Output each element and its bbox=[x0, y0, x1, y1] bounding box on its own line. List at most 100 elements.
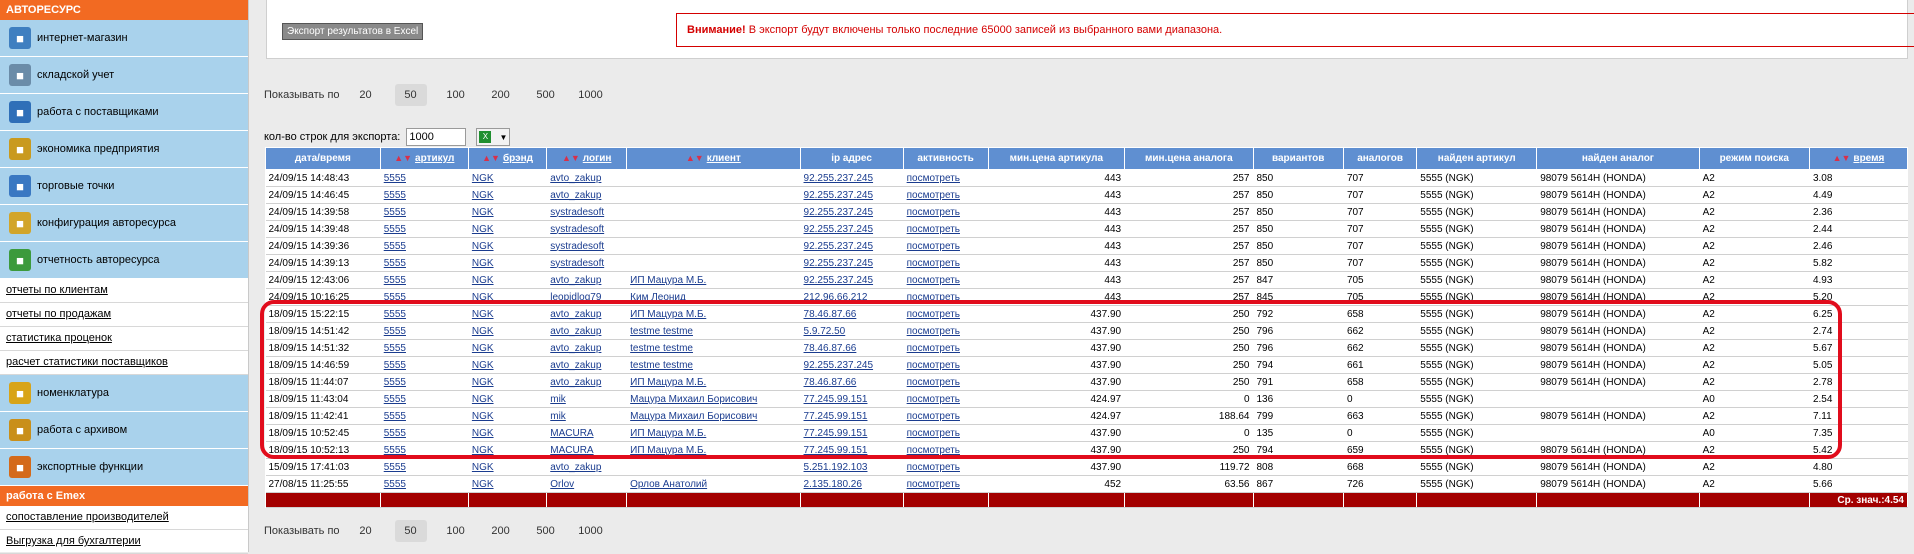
cell-link[interactable]: 77.245.99.151 bbox=[804, 411, 868, 422]
cell-link[interactable]: 92.255.237.245 bbox=[804, 258, 874, 269]
cell-link[interactable]: Орлов Анатолий bbox=[630, 479, 707, 490]
cell-link[interactable]: NGK bbox=[472, 445, 494, 456]
cell-link[interactable]: посмотреть bbox=[907, 411, 960, 422]
cell-link[interactable]: 92.255.237.245 bbox=[804, 190, 874, 201]
cell-link[interactable]: посмотреть bbox=[907, 309, 960, 320]
cell-link[interactable]: avto_zakup bbox=[550, 173, 601, 184]
cell-link[interactable]: 5555 bbox=[384, 309, 406, 320]
cell-link[interactable]: NGK bbox=[472, 360, 494, 371]
cell-link[interactable]: testme testme bbox=[630, 343, 693, 354]
sort-icon[interactable]: ▲▼ bbox=[1833, 153, 1851, 163]
cell-link[interactable]: посмотреть bbox=[907, 445, 960, 456]
cell-link[interactable]: 92.255.237.245 bbox=[804, 224, 874, 235]
export-rows-input[interactable] bbox=[406, 128, 467, 146]
cell-link[interactable]: NGK bbox=[472, 462, 494, 473]
cell-link[interactable]: посмотреть bbox=[907, 241, 960, 252]
column-header[interactable]: ▲▼ клиент bbox=[626, 147, 801, 170]
cell-link[interactable]: 77.245.99.151 bbox=[804, 445, 868, 456]
cell-link[interactable]: NGK bbox=[472, 326, 494, 337]
sidebar-link[interactable]: отчеты по клиентам bbox=[6, 284, 108, 296]
cell-link[interactable]: avto_zakup bbox=[550, 343, 601, 354]
sidebar-item[interactable]: ■ экономика предприятия bbox=[0, 131, 248, 168]
cell-link[interactable]: NGK bbox=[472, 377, 494, 388]
cell-link[interactable]: 77.245.99.151 bbox=[804, 394, 868, 405]
sidebar-item[interactable]: ■ отчетность авторесурса bbox=[0, 242, 248, 279]
cell-link[interactable]: 5555 bbox=[384, 241, 406, 252]
cell-link[interactable]: 5555 bbox=[384, 394, 406, 405]
cell-link[interactable]: avto_zakup bbox=[550, 309, 601, 320]
cell-link[interactable]: NGK bbox=[472, 190, 494, 201]
cell-link[interactable]: avto_zakup bbox=[550, 377, 601, 388]
cell-link[interactable]: ИП Мацура М.Б. bbox=[630, 275, 706, 286]
cell-link[interactable]: ИП Мацура М.Б. bbox=[630, 309, 706, 320]
cell-link[interactable]: 5555 bbox=[384, 377, 406, 388]
cell-link[interactable]: NGK bbox=[472, 428, 494, 439]
cell-link[interactable]: NGK bbox=[472, 207, 494, 218]
cell-link[interactable]: посмотреть bbox=[907, 377, 960, 388]
cell-link[interactable]: 5555 bbox=[384, 462, 406, 473]
cell-link[interactable]: avto_zakup bbox=[550, 326, 601, 337]
cell-link[interactable]: 5555 bbox=[384, 479, 406, 490]
cell-link[interactable]: 5555 bbox=[384, 258, 406, 269]
sidebar-item[interactable]: ■ конфигурация авторесурса bbox=[0, 205, 248, 242]
cell-link[interactable]: посмотреть bbox=[907, 292, 960, 303]
cell-link[interactable]: 2.135.180.26 bbox=[804, 479, 862, 490]
page-size-option[interactable]: 50 bbox=[394, 520, 427, 542]
cell-link[interactable]: посмотреть bbox=[907, 462, 960, 473]
cell-link[interactable]: 5555 bbox=[384, 173, 406, 184]
sort-link[interactable]: логин bbox=[583, 153, 612, 164]
cell-link[interactable]: leopidlog79 bbox=[550, 292, 601, 303]
cell-link[interactable]: Ким Леонид bbox=[630, 292, 686, 303]
sidebar-item[interactable]: ■ торговые точки bbox=[0, 168, 248, 205]
cell-link[interactable]: NGK bbox=[472, 479, 494, 490]
sort-icon[interactable]: ▲▼ bbox=[562, 153, 580, 163]
page-size-option[interactable]: 200 bbox=[485, 520, 517, 542]
column-header[interactable]: ▲▼ артикул bbox=[379, 147, 469, 170]
cell-link[interactable]: 5555 bbox=[384, 207, 406, 218]
sidebar-item[interactable]: ■ работа с поставщиками bbox=[0, 94, 248, 131]
page-size-option[interactable]: 100 bbox=[440, 84, 472, 106]
sort-icon[interactable]: ▲▼ bbox=[482, 153, 500, 163]
cell-link[interactable]: avto_zakup bbox=[550, 360, 601, 371]
cell-link[interactable]: avto_zakup bbox=[550, 190, 601, 201]
page-size-option[interactable]: 1000 bbox=[575, 84, 607, 106]
cell-link[interactable]: посмотреть bbox=[907, 479, 960, 490]
cell-link[interactable]: 77.245.99.151 bbox=[804, 428, 868, 439]
cell-link[interactable]: посмотреть bbox=[907, 326, 960, 337]
cell-link[interactable]: 5555 bbox=[384, 292, 406, 303]
cell-link[interactable]: avto_zakup bbox=[550, 275, 601, 286]
sidebar-link[interactable]: статистика проценок bbox=[6, 332, 112, 344]
cell-link[interactable]: ИП Мацура М.Б. bbox=[630, 445, 706, 456]
cell-link[interactable]: 5555 bbox=[384, 411, 406, 422]
cell-link[interactable]: посмотреть bbox=[907, 343, 960, 354]
sort-link[interactable]: клиент bbox=[707, 153, 741, 164]
cell-link[interactable]: посмотреть bbox=[907, 360, 960, 371]
cell-link[interactable]: 5555 bbox=[384, 428, 406, 439]
cell-link[interactable]: NGK bbox=[472, 309, 494, 320]
cell-link[interactable]: NGK bbox=[472, 394, 494, 405]
cell-link[interactable]: Мацура Михаил Борисович bbox=[630, 411, 757, 422]
cell-link[interactable]: посмотреть bbox=[907, 258, 960, 269]
cell-link[interactable]: NGK bbox=[472, 292, 494, 303]
cell-link[interactable]: NGK bbox=[472, 241, 494, 252]
cell-link[interactable]: 5555 bbox=[384, 190, 406, 201]
cell-link[interactable]: NGK bbox=[472, 275, 494, 286]
sidebar-item[interactable]: ■ экспортные функции bbox=[0, 449, 248, 486]
sidebar-link[interactable]: Выгрузка для бухгалтерии bbox=[6, 535, 141, 547]
cell-link[interactable]: mik bbox=[550, 394, 566, 405]
column-header[interactable]: ▲▼ брэнд bbox=[467, 147, 548, 170]
cell-link[interactable]: testme testme bbox=[630, 360, 693, 371]
cell-link[interactable]: systradesoft bbox=[550, 241, 604, 252]
cell-link[interactable]: посмотреть bbox=[907, 394, 960, 405]
sort-link[interactable]: брэнд bbox=[503, 153, 533, 164]
cell-link[interactable]: посмотреть bbox=[907, 173, 960, 184]
cell-link[interactable]: Мацура Михаил Борисович bbox=[630, 394, 757, 405]
cell-link[interactable]: mik bbox=[550, 411, 566, 422]
cell-link[interactable]: NGK bbox=[472, 224, 494, 235]
sidebar-link[interactable]: расчет статистики поставщиков bbox=[6, 356, 168, 368]
column-header[interactable]: ▲▼ время bbox=[1808, 147, 1909, 170]
sidebar-link[interactable]: сопоставление производителей bbox=[6, 511, 169, 523]
page-size-option[interactable]: 200 bbox=[485, 84, 517, 106]
cell-link[interactable]: 92.255.237.245 bbox=[804, 360, 874, 371]
page-size-option[interactable]: 500 bbox=[530, 520, 562, 542]
